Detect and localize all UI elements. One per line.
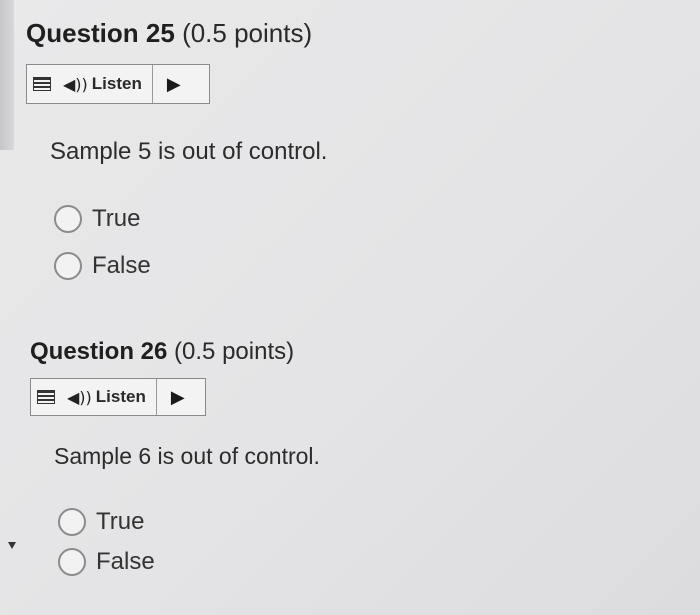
option-false[interactable]: False	[58, 548, 155, 576]
question-number: Question 26	[30, 338, 168, 365]
option-true[interactable]: True	[58, 508, 144, 536]
question-points: (0.5 points)	[174, 338, 295, 365]
question-prompt: Sample 5 is out of control.	[50, 138, 328, 165]
option-label: True	[96, 508, 145, 535]
radio-button[interactable]	[54, 252, 82, 280]
option-label: True	[92, 205, 141, 232]
radio-button[interactable]	[58, 508, 86, 536]
listen-toolbar: ◀)) Listen ▶	[30, 378, 206, 416]
option-label: False	[96, 548, 155, 575]
radio-button[interactable]	[54, 205, 82, 233]
menu-icon[interactable]	[33, 77, 51, 91]
divider	[155, 379, 157, 415]
caret-down-icon	[8, 542, 16, 549]
question-number: Question 25	[26, 18, 175, 48]
question-title: Question 25 (0.5 points)	[26, 18, 312, 49]
option-false[interactable]: False	[54, 252, 151, 280]
play-icon[interactable]: ▶	[171, 387, 185, 408]
menu-icon[interactable]	[37, 390, 55, 404]
play-icon[interactable]: ▶	[167, 74, 181, 95]
listen-toolbar: ◀)) Listen ▶	[26, 64, 210, 104]
speaker-icon[interactable]: ◀))	[63, 75, 88, 94]
speaker-icon[interactable]: ◀))	[67, 388, 92, 407]
radio-button[interactable]	[58, 548, 86, 576]
option-label: False	[92, 252, 151, 279]
listen-button[interactable]: Listen	[96, 387, 146, 407]
option-true[interactable]: True	[54, 205, 140, 233]
question-prompt: Sample 6 is out of control.	[54, 443, 320, 469]
left-rail	[0, 0, 14, 150]
question-title: Question 26 (0.5 points)	[30, 338, 294, 366]
listen-button[interactable]: Listen	[92, 74, 142, 94]
question-points: (0.5 points)	[182, 18, 313, 48]
divider	[151, 65, 153, 103]
